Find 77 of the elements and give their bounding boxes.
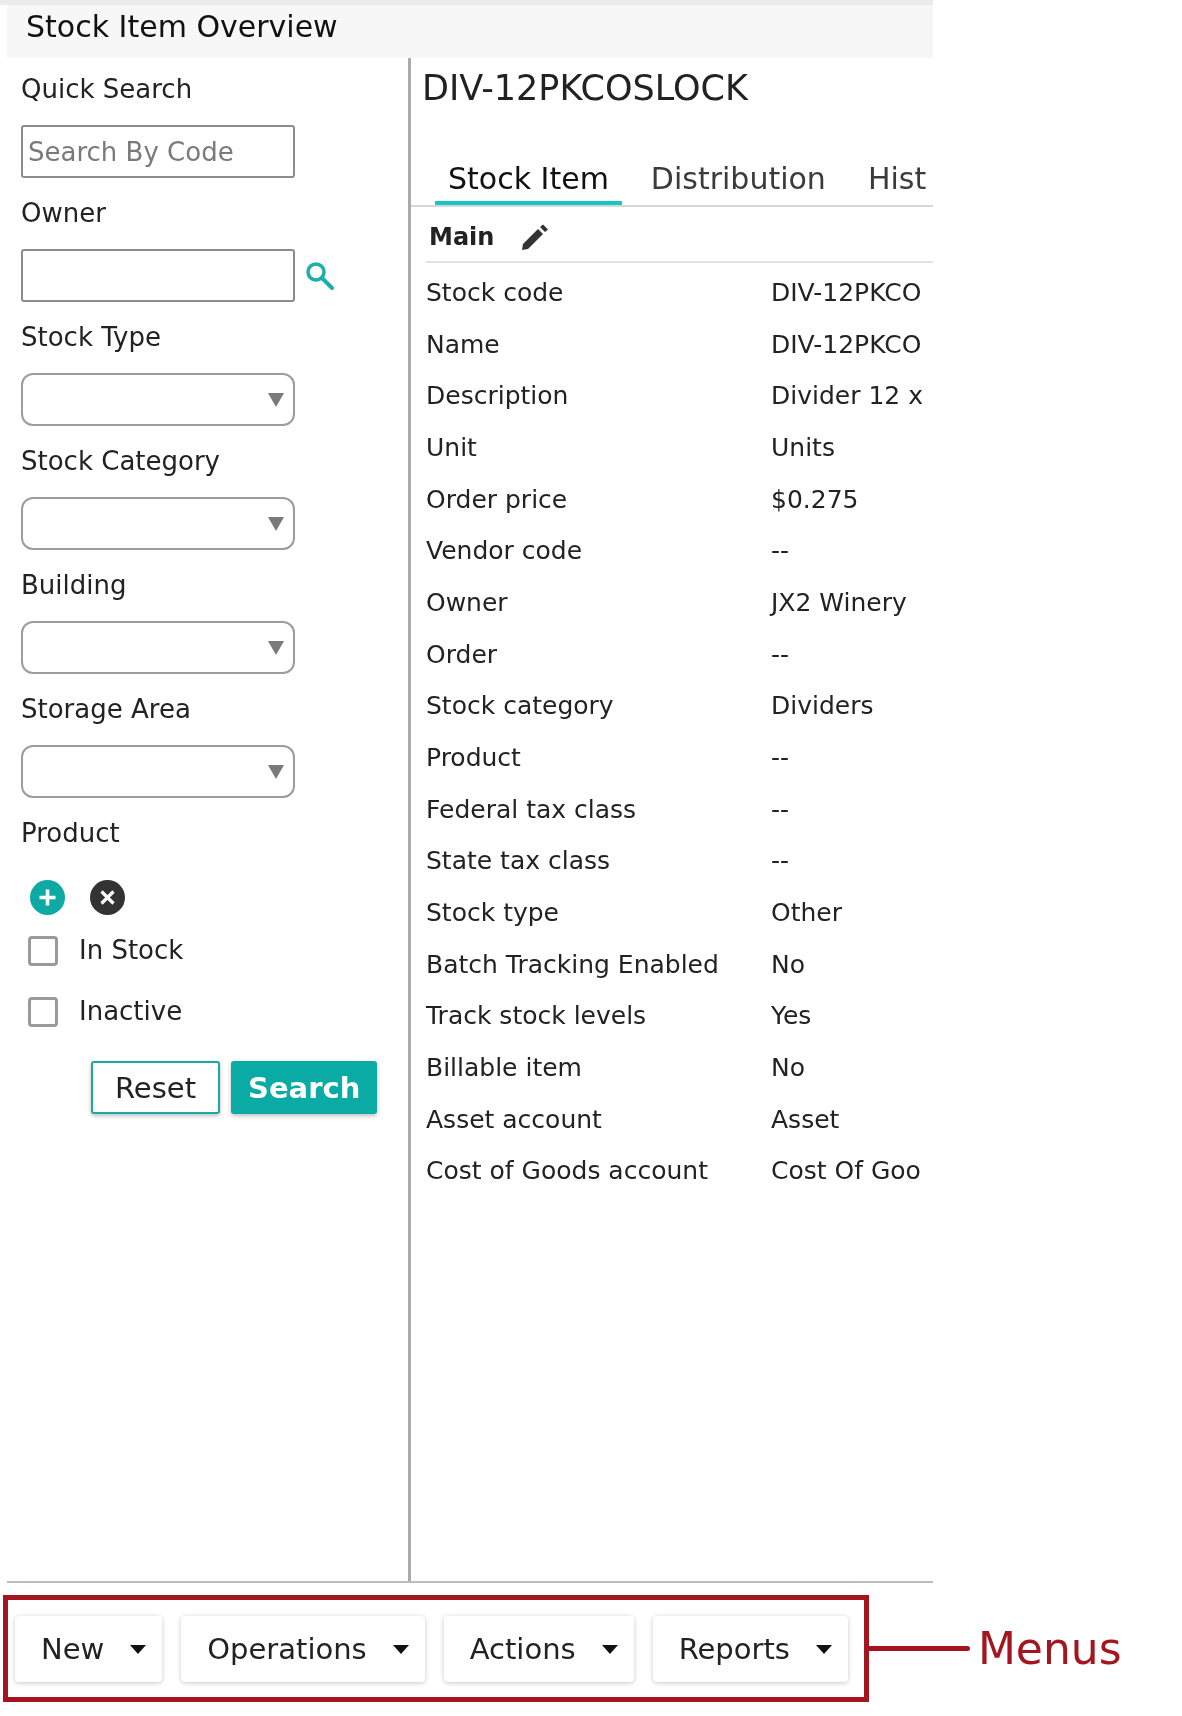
menu-button[interactable]: Reports: [652, 1616, 848, 1682]
caret-icon: [815, 1644, 832, 1654]
property-value: Dividers: [771, 690, 875, 723]
property-label: Federal tax class: [426, 793, 638, 826]
property-value: Units: [771, 431, 836, 464]
checkbox-label: In Stock: [79, 935, 184, 966]
property-label: Stock category: [426, 690, 615, 723]
property-value: Divider 12 x: [771, 380, 924, 413]
dropdown-arrow-icon: [268, 516, 284, 531]
checkbox[interactable]: [28, 996, 58, 1027]
property-label: Stock code: [426, 277, 565, 309]
property-label: Product: [426, 741, 522, 774]
tab[interactable]: Stock Item: [435, 161, 622, 205]
property-value: DIV-12PKCO: [771, 328, 923, 361]
property-value: JX2 Winery: [771, 586, 908, 619]
menu-button[interactable]: Operations: [181, 1616, 425, 1682]
caret-icon: [601, 1644, 618, 1654]
property-value: No: [771, 948, 806, 981]
close-icon[interactable]: [90, 880, 125, 915]
reset-button[interactable]: Reset: [91, 1061, 220, 1114]
property-label: State tax class: [426, 845, 612, 878]
dropdown-arrow-icon: [268, 392, 284, 407]
property-value: DIV-12PKCO: [771, 277, 923, 309]
property-value: --: [771, 535, 791, 568]
property-label: Unit: [426, 431, 478, 464]
field-label: Owner: [21, 198, 107, 228]
item-title: DIV-12PKCOSLOCK: [422, 67, 750, 109]
property-label: Batch Tracking Enabled: [426, 948, 720, 981]
property-value: $0.275: [771, 483, 860, 516]
search-field[interactable]: Search By Code: [21, 125, 295, 178]
checkbox[interactable]: [28, 935, 58, 966]
dropdown-field[interactable]: [21, 373, 295, 426]
field-label: Stock Type: [21, 322, 162, 352]
property-value: --: [771, 638, 791, 671]
checkbox-label: Inactive: [79, 996, 183, 1027]
dropdown-field[interactable]: [21, 497, 295, 550]
dropdown-arrow-icon: [268, 640, 284, 655]
menu-button[interactable]: New: [15, 1616, 163, 1682]
pencil-icon[interactable]: [521, 223, 550, 251]
property-label: Asset account: [426, 1103, 603, 1136]
caret-icon: [130, 1644, 147, 1654]
property-label: Owner: [426, 586, 509, 619]
property-value: --: [771, 845, 791, 878]
property-label: Name: [426, 328, 501, 361]
field-label: Quick Search: [21, 74, 194, 104]
field-label: Building: [21, 570, 128, 600]
property-value: Yes: [771, 1000, 813, 1033]
page-title: Stock Item Overview: [26, 9, 338, 45]
property-label: Order: [426, 638, 499, 671]
menu-button[interactable]: Actions: [443, 1616, 634, 1682]
dropdown-arrow-icon: [268, 764, 284, 779]
property-label: Order price: [426, 483, 569, 516]
caret-icon: [392, 1644, 409, 1654]
field-label: Stock Category: [21, 446, 221, 476]
property-label: Track stock levels: [426, 1000, 648, 1033]
field-label: Storage Area: [21, 694, 192, 724]
property-value: Asset: [771, 1103, 841, 1136]
dropdown-field[interactable]: [21, 745, 295, 798]
property-value: Cost Of Goo: [771, 1155, 922, 1188]
section-title: Main: [429, 222, 495, 252]
property-label: Description: [426, 380, 570, 413]
search-icon[interactable]: [305, 261, 334, 290]
plus-icon[interactable]: [30, 880, 65, 915]
property-value: No: [771, 1051, 806, 1084]
text-field[interactable]: [21, 249, 295, 302]
dropdown-field[interactable]: [21, 621, 295, 674]
property-label: Vendor code: [426, 535, 584, 568]
callout-label: Menus: [977, 1622, 1122, 1675]
tab[interactable]: Hist: [854, 161, 933, 205]
property-value: --: [771, 741, 791, 774]
property-value: --: [771, 793, 791, 826]
property-label: Stock type: [426, 896, 560, 929]
property-value: Other: [771, 896, 843, 929]
field-label: Product: [21, 818, 121, 848]
property-label: Cost of Goods account: [426, 1155, 709, 1188]
property-label: Billable item: [426, 1051, 583, 1084]
tab[interactable]: Distribution: [637, 161, 839, 205]
